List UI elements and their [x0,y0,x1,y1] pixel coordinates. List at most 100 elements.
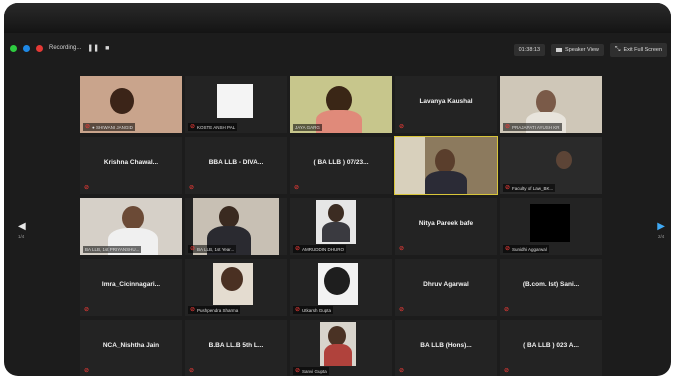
participant-name: BBA LLB - DIVA... [208,159,264,166]
participant-tile[interactable]: B.BA LL.B 5th L... ⊘ [185,320,287,376]
arrow-right-icon: ▶ [657,221,665,232]
recording-label: Recording... [49,45,82,51]
participant-tile[interactable]: ⊘ BA LLB, 1st Year... [185,198,287,255]
name-tag: JAYA GARG [293,124,322,131]
participant-silhouette [328,326,346,346]
participant-body [316,110,362,133]
mic-muted-icon: ⊘ [504,368,510,374]
participant-tile[interactable]: Lavanya Kaushal ⊘ [395,76,497,133]
participant-silhouette [556,151,572,169]
participant-tile[interactable]: Imra_Cicinnagari... ⊘ [80,259,182,316]
participant-tile[interactable]: ⊘ Utkarsh Gupta [290,259,392,316]
participant-tile[interactable]: NCA_Nishtha Jain ⊘ [80,320,182,376]
participant-body [324,344,352,366]
participant-tile[interactable]: ⊘ PRAJAPATI AYUSH KR [500,76,602,133]
participant-tile[interactable]: ⊘ Sanvi Gupta [290,320,392,376]
name-tag: ⊘ AMRUDDIN DHURO [293,245,347,253]
mic-muted-icon: ⊘ [504,307,510,313]
meeting-toolbar: Recording... ❚❚ ■ 01:38:13 Speaker View … [4,39,671,61]
participant-tile[interactable]: ( BA LLB ) 023 A... ⊘ [500,320,602,376]
pause-recording-icon[interactable]: ❚❚ [87,44,99,52]
active-speaker-tile[interactable] [394,136,498,195]
page-indicator-left: 1/4 [18,234,25,239]
mic-muted-icon: ⊘ [505,246,511,252]
meeting-timer: 01:38:13 [513,44,546,56]
mic-muted-icon: ⊘ [295,368,301,374]
participant-grid: ⊘ ● SHIWANI JANGID ⊘ KOSTE ANSH PAL JAYA G… [80,76,602,376]
record-icon [36,44,43,52]
name-tag: ⊘ ● SHIWANI JANGID [83,123,135,131]
info-icon[interactable] [23,44,30,52]
participant-tile[interactable]: BBA LLB - DIVA... ⊘ [185,137,287,194]
mic-muted-icon: ⊘ [399,307,405,313]
previous-page-button[interactable]: ◀ 1/4 [18,221,26,239]
exit-fullscreen-button[interactable]: ⤡ Exit Full Screen [609,43,667,57]
mic-muted-icon: ⊘ [295,246,301,252]
participant-tile[interactable]: BA LLB (Hons)... ⊘ [395,320,497,376]
view-icon [556,48,563,52]
mic-muted-icon: ⊘ [190,246,196,252]
participant-tile[interactable]: JAYA GARG [290,76,392,133]
participant-silhouette [221,267,243,291]
arrow-left-icon: ◀ [18,221,26,232]
mic-muted-icon: ⊘ [505,124,511,130]
participant-tile[interactable]: ( BA LLB ) 07/23... ⊘ [290,137,392,194]
mic-muted-icon: ⊘ [399,246,405,252]
participant-tile[interactable]: Nitya Pareek bafe ⊘ [395,198,497,255]
participant-tile[interactable]: Dhruv Agarwal ⊘ [395,259,497,316]
window-background [395,137,425,194]
participant-name: Krishna Chawal... [103,159,159,166]
mic-muted-icon: ⊘ [84,185,90,191]
participant-tile[interactable]: ⊘ Sunidhi Aggarwal [500,198,602,255]
name-tag: ⊘ Faculty of Law_BK... [503,184,556,192]
mic-muted-icon: ⊘ [399,368,405,374]
mic-muted-icon: ⊘ [84,368,90,374]
exit-fullscreen-icon: ⤡ [614,46,621,53]
participant-avatar-sketch [324,267,350,295]
stop-recording-icon[interactable]: ■ [105,45,109,52]
mic-muted-icon: ⊘ [189,185,195,191]
mic-muted-icon: ⊘ [85,124,91,130]
mic-muted-icon: ⊘ [295,307,301,313]
name-tag: ⊘ BA LLB, 1st Year... [188,245,237,253]
name-tag: ⊘ Sunidhi Aggarwal [503,245,549,253]
participant-name: ( BA LLB ) 07/23... [313,159,369,166]
name-tag: ⊘ KOSTE ANSH PAL [188,123,238,131]
title-bar [4,3,671,33]
participant-name: B.BA LL.B 5th L... [208,342,264,349]
mic-muted-icon: ⊘ [505,185,511,191]
participant-tile[interactable]: (B.com. Ist) Sani... ⊘ [500,259,602,316]
participant-silhouette [219,206,239,228]
mic-muted-icon: ⊘ [189,368,195,374]
name-tag: ⊘ PRAJAPATI AYUSH KR [503,123,562,131]
participant-name: Dhruv Agarwal [423,281,469,288]
security-icon[interactable] [10,44,17,52]
name-tag: ⊘ Pushpendra Sharma [188,306,241,314]
participant-tile[interactable]: ⊘ AMRUDDIN DHURO [290,198,392,255]
mic-muted-icon: ⊘ [294,185,300,191]
participant-name: Imra_Cicinnagari... [101,281,161,288]
recording-controls: Recording... ❚❚ ■ [10,44,109,52]
name-tag: ⊘ Sanvi Gupta [293,367,329,375]
video-feed [217,84,253,118]
participant-body [322,222,350,242]
mic-muted-icon: ⊘ [190,307,196,313]
view-button[interactable]: Speaker View [551,44,604,56]
participant-tile[interactable]: Krishna Chawal... ⊘ [80,137,182,194]
participant-tile[interactable]: ⊘ ● SHIWANI JANGID [80,76,182,133]
participant-tile[interactable]: ⊘ Faculty of Law_BK... [500,137,602,194]
participant-tile[interactable]: ⊘ Pushpendra Sharma [185,259,287,316]
video-feed [530,204,570,242]
page-indicator-right: 2/4 [658,234,665,239]
participant-tile[interactable]: ⊘ KOSTE ANSH PAL [185,76,287,133]
mic-muted-icon: ⊘ [190,124,196,130]
name-tag: ⊘ Utkarsh Gupta [293,306,334,314]
participant-silhouette [536,90,556,114]
exit-fullscreen-label: Exit Full Screen [623,47,662,53]
participant-name: NCA_Nishtha Jain [102,342,160,349]
view-button-label: Speaker View [565,47,599,53]
participant-name: (B.com. Ist) Sani... [522,281,580,288]
participant-name: BA LLB (Hons)... [420,342,472,349]
next-page-button[interactable]: ▶ 2/4 [657,221,665,239]
participant-tile[interactable]: BA LLB, 1st PRIYANSHU... [80,198,182,255]
